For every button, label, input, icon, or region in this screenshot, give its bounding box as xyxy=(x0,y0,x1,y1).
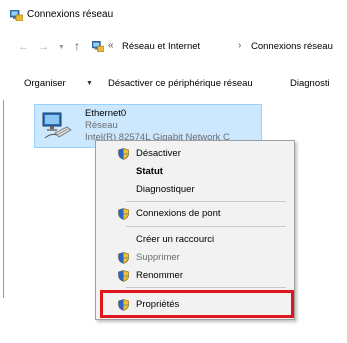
uac-shield-icon xyxy=(118,270,129,282)
breadcrumb-separator[interactable]: › xyxy=(238,40,241,51)
back-arrow-icon[interactable]: ← xyxy=(18,41,29,53)
title-bar[interactable]: Connexions réseau xyxy=(0,0,347,30)
menu-item-label: Supprimer xyxy=(136,252,180,263)
network-connections-icon xyxy=(10,10,23,21)
menu-item-diagnose[interactable]: Diagnostiquer xyxy=(96,181,294,199)
recent-locations-chevron-icon[interactable]: ▼ xyxy=(58,42,65,54)
diagnose-button[interactable]: Diagnosti xyxy=(290,78,330,89)
forward-arrow-icon[interactable]: → xyxy=(38,41,49,53)
network-connections-window: Connexions réseau ← → ▼ ↑ « Réseau et In… xyxy=(0,0,347,343)
chevron-down-icon[interactable]: ▼ xyxy=(86,80,93,87)
menu-item-label: Diagnostiquer xyxy=(136,184,195,195)
menu-item-create-shortcut[interactable]: Créer un raccourci xyxy=(96,231,294,249)
address-bar: ← → ▼ ↑ « Réseau et Internet › Connexion… xyxy=(0,37,347,59)
organise-button[interactable]: Organiser xyxy=(24,78,66,89)
ethernet-adapter-icon xyxy=(42,112,72,139)
breadcrumb-network-internet[interactable]: Réseau et Internet xyxy=(122,41,200,52)
menu-item-label: Désactiver xyxy=(136,148,181,159)
breadcrumb-overflow[interactable]: « xyxy=(108,40,114,51)
menu-separator xyxy=(126,226,286,227)
menu-item-delete: Supprimer xyxy=(96,249,294,267)
menu-item-bridge-connections[interactable]: Connexions de pont xyxy=(96,205,294,223)
breadcrumb-network-connections[interactable]: Connexions réseau xyxy=(251,41,333,52)
disable-device-button[interactable]: Désactiver ce périphérique réseau xyxy=(108,78,253,89)
up-arrow-icon[interactable]: ↑ xyxy=(74,40,80,52)
adapter-name: Ethernet0 xyxy=(85,108,127,119)
menu-item-status[interactable]: Statut xyxy=(96,163,294,181)
menu-item-label: Renommer xyxy=(136,270,183,281)
properties-highlight-annotation xyxy=(100,290,294,318)
menu-item-disable[interactable]: Désactiver xyxy=(96,145,294,163)
menu-item-rename[interactable]: Renommer xyxy=(96,267,294,285)
menu-item-label: Créer un raccourci xyxy=(136,234,215,245)
network-connections-icon xyxy=(92,41,104,52)
menu-item-label: Statut xyxy=(136,166,163,177)
uac-shield-icon xyxy=(118,208,129,220)
pane-divider xyxy=(3,100,4,298)
uac-shield-icon xyxy=(118,252,129,264)
menu-item-label: Connexions de pont xyxy=(136,208,221,219)
adapter-status: Réseau xyxy=(85,120,118,131)
window-title: Connexions réseau xyxy=(27,9,114,20)
menu-separator xyxy=(126,201,286,202)
uac-shield-icon xyxy=(118,148,129,160)
command-bar: Organiser ▼ Désactiver ce périphérique r… xyxy=(0,72,347,96)
menu-separator xyxy=(126,287,286,288)
